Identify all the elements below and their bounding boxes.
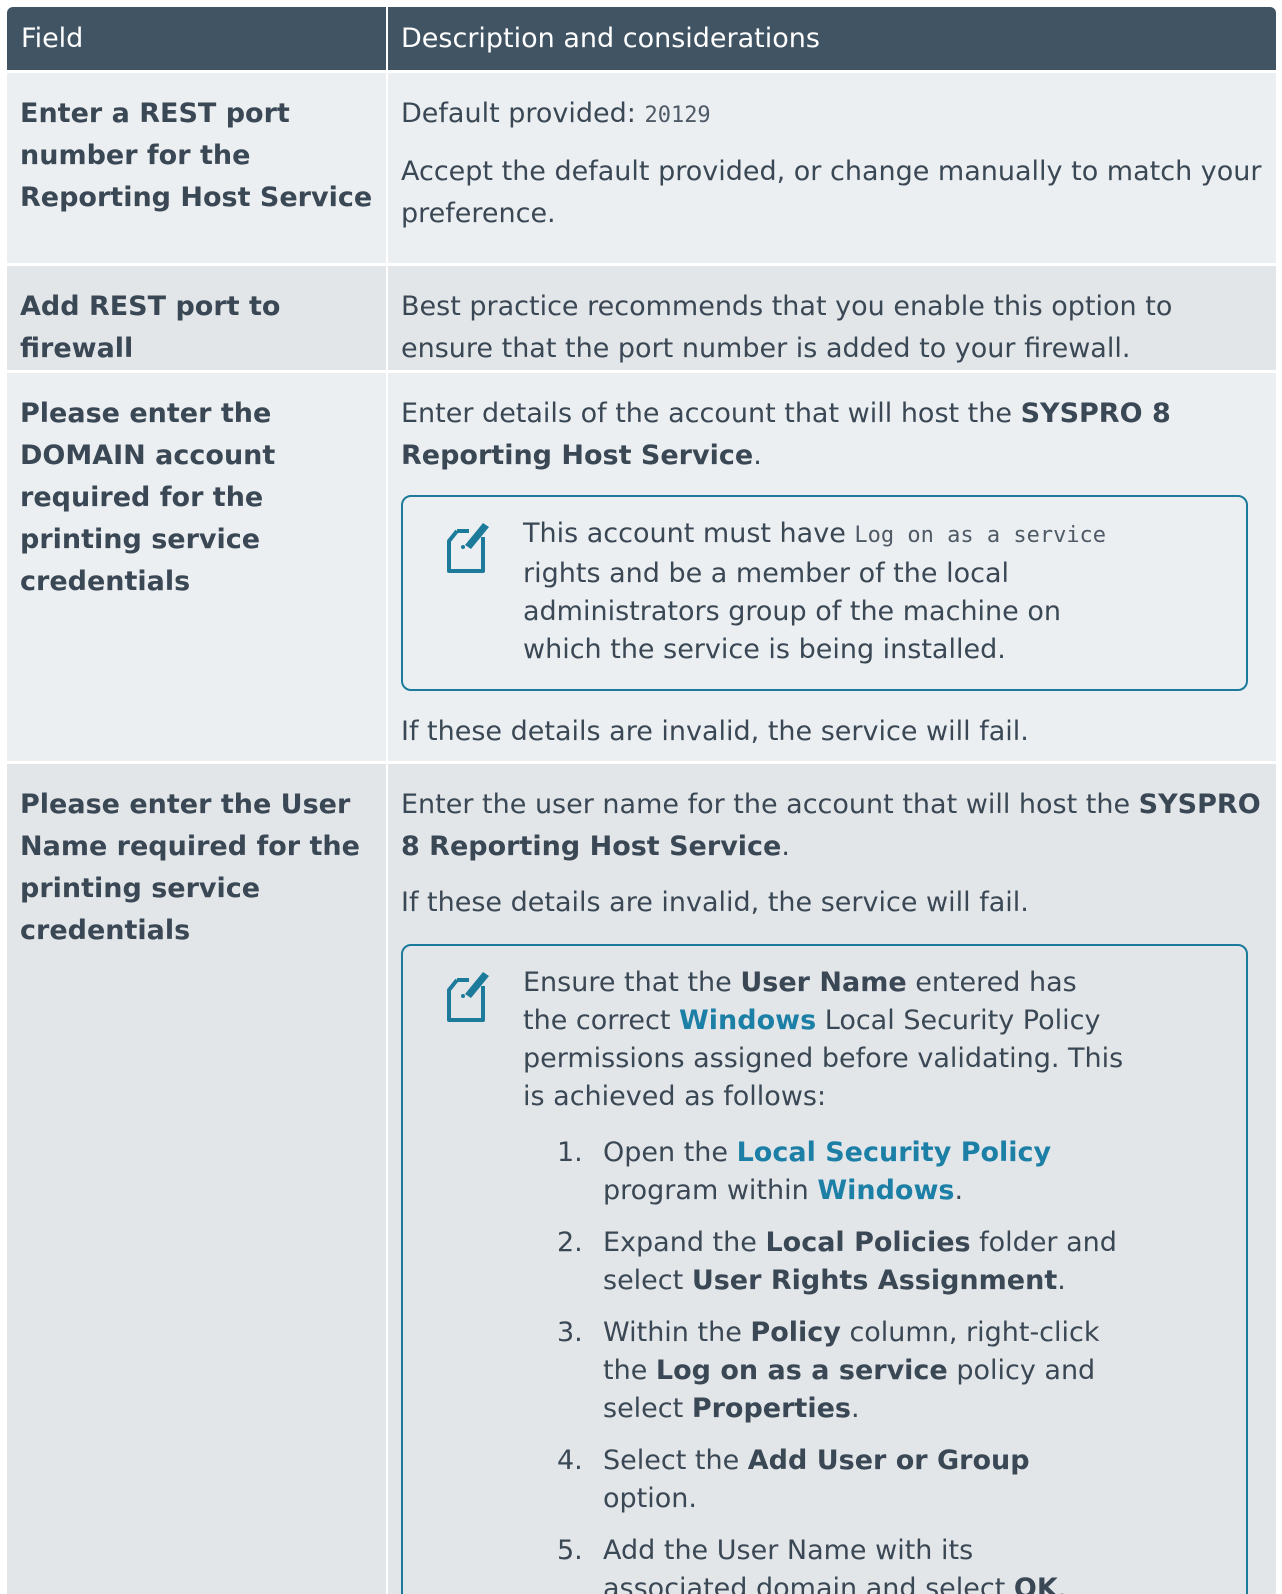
description-text: Enter the user name for the account that…: [401, 784, 1262, 868]
text-before: Enter details of the account that will h…: [401, 398, 1021, 429]
windows-link[interactable]: Windows: [679, 1005, 816, 1036]
step-number: 2.: [557, 1227, 583, 1258]
field-description: Enter details of the account that will h…: [388, 373, 1276, 761]
step-text: Within the: [603, 1317, 751, 1348]
warning-text: If these details are invalid, the servic…: [401, 887, 1029, 918]
field-description: Best practice recommends that you enable…: [388, 266, 1276, 370]
step-bold: Properties: [691, 1393, 851, 1424]
field-description: Enter the user name for the account that…: [388, 764, 1276, 1594]
table-row: Please enter the User Name required for …: [7, 761, 1276, 1594]
step-text: .: [1057, 1265, 1066, 1296]
description-text: Best practice recommends that you enable…: [401, 291, 1173, 364]
step-number: 5.: [557, 1535, 583, 1566]
default-line: Default provided: 20129: [401, 93, 1262, 137]
note-icon: [447, 523, 489, 573]
step-number: 4.: [557, 1445, 583, 1476]
list-item: 2. Expand the Local Policies folder and s…: [557, 1224, 1126, 1300]
step-text: .: [954, 1175, 964, 1206]
steps-list: 1. Open the Local Security Policy program…: [523, 1134, 1126, 1594]
header-description: Description and considerations: [401, 23, 820, 54]
step-number: 3.: [557, 1317, 583, 1348]
table-row: Add REST port to firewall Best practice …: [7, 263, 1276, 370]
step-bold: Policy: [750, 1317, 841, 1348]
text-after: .: [753, 440, 762, 471]
note-part: Ensure that the: [523, 967, 741, 998]
description-text: Accept the default provided, or change m…: [401, 156, 1262, 229]
text-before: Enter the user name for the account that…: [401, 789, 1139, 820]
table-header: Field Description and considerations: [7, 7, 1276, 70]
note-text-after: rights and be a member of the local admi…: [523, 558, 1061, 665]
table-row: Enter a REST port number for the Reporti…: [7, 70, 1276, 263]
step-text: .: [850, 1393, 860, 1424]
step-bold: Local Policies: [765, 1227, 971, 1258]
note-bold: User Name: [740, 967, 907, 998]
field-description: Default provided: 20129 Accept the defau…: [388, 73, 1276, 263]
windows-link[interactable]: Windows: [817, 1175, 954, 1206]
step-text: Open the: [603, 1137, 737, 1168]
step-text: program within: [603, 1175, 818, 1206]
field-name: Please enter the DOMAIN account required…: [7, 373, 388, 761]
field-name: Please enter the User Name required for …: [7, 764, 388, 1594]
note-box: This account must have Log on as a servi…: [401, 495, 1248, 691]
note-box: Ensure that the User Name entered has th…: [401, 944, 1248, 1594]
local-security-policy-link[interactable]: Local Security Policy: [737, 1137, 1052, 1168]
field-name: Add REST port to firewall: [7, 266, 388, 370]
header-field: Field: [7, 7, 388, 70]
list-item: 3. Within the Policy column, right-click …: [557, 1314, 1126, 1428]
footer-text: If these details are invalid, the servic…: [401, 716, 1029, 747]
list-item: 1. Open the Local Security Policy program…: [557, 1134, 1126, 1210]
description-text: Enter details of the account that will h…: [401, 393, 1262, 477]
list-item: 4. Select the Add User or Group option.: [557, 1442, 1126, 1518]
step-text: Expand the: [603, 1227, 766, 1258]
table-row: Please enter the DOMAIN account required…: [7, 370, 1276, 761]
note-icon: [447, 972, 489, 1022]
step-bold: User Rights Assignment: [691, 1265, 1058, 1296]
step-text: .: [1057, 1573, 1067, 1594]
step-text: Select the: [603, 1445, 748, 1476]
step-bold: Add User or Group: [747, 1445, 1030, 1476]
list-item: 5. Add the User Name with its associated …: [557, 1532, 1126, 1594]
field-description-table: Field Description and considerations Ent…: [7, 7, 1276, 1594]
text-after: .: [781, 831, 790, 862]
note-code: Log on as a service: [854, 523, 1107, 548]
note-text: This account must have: [523, 518, 855, 549]
default-value: 20129: [644, 103, 711, 128]
default-label: Default provided:: [401, 98, 645, 129]
step-text: option.: [603, 1483, 697, 1514]
step-number: 1.: [557, 1137, 583, 1168]
step-bold: Log on as a service: [655, 1355, 948, 1386]
step-bold: OK: [1013, 1573, 1058, 1594]
field-name: Enter a REST port number for the Reporti…: [7, 73, 388, 263]
note-text: Ensure that the User Name entered has th…: [523, 964, 1126, 1116]
step-text: Add the User Name with its associated do…: [603, 1535, 1014, 1594]
